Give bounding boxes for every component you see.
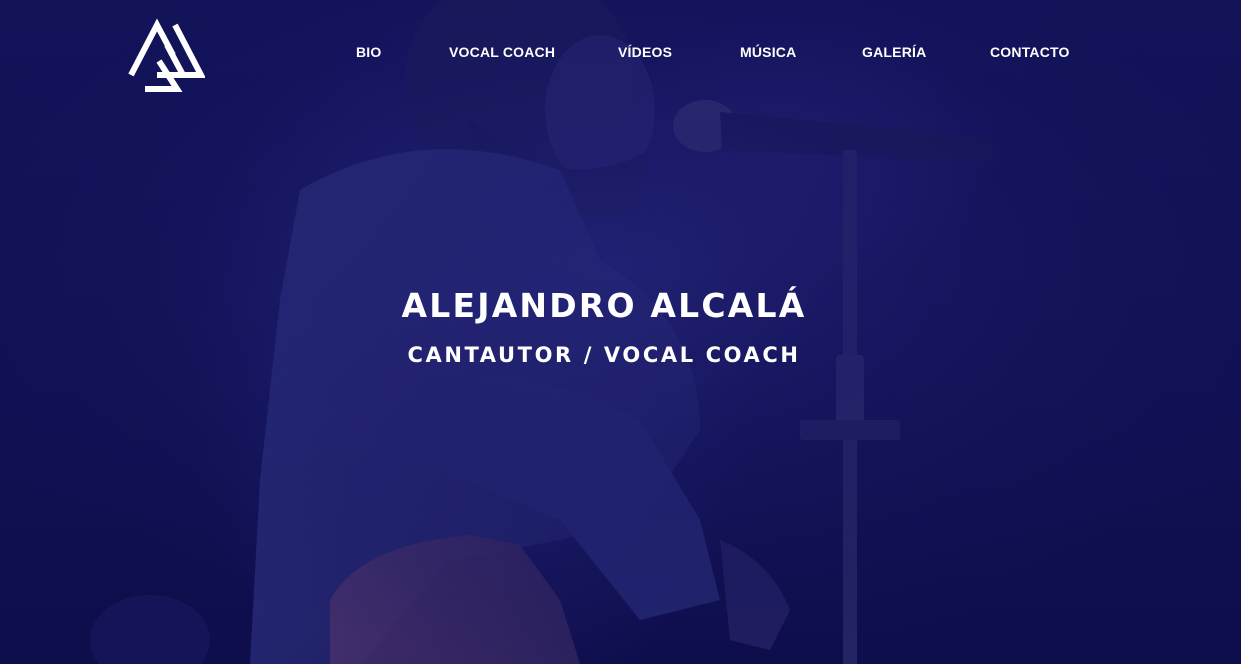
nav-item-contacto[interactable]: CONTACTO xyxy=(990,44,1070,60)
nav-item-galeria[interactable]: GALERÍA xyxy=(862,44,926,60)
nav-item-vocal-coach[interactable]: VOCAL COACH xyxy=(449,44,555,60)
hero-title: ALEJANDRO ALCALÁ xyxy=(401,286,807,325)
nav-item-videos[interactable]: VÍDEOS xyxy=(618,44,672,60)
hero-section: BIO VOCAL COACH VÍDEOS MÚSICA GALERÍA CO… xyxy=(0,0,1241,664)
color-overlay xyxy=(0,0,1241,664)
main-navigation: BIO VOCAL COACH VÍDEOS MÚSICA GALERÍA CO… xyxy=(0,44,1241,64)
hero-subtitle: CANTAUTOR / VOCAL COACH xyxy=(407,343,801,367)
nav-item-musica[interactable]: MÚSICA xyxy=(740,44,796,60)
nav-item-bio[interactable]: BIO xyxy=(356,44,382,60)
